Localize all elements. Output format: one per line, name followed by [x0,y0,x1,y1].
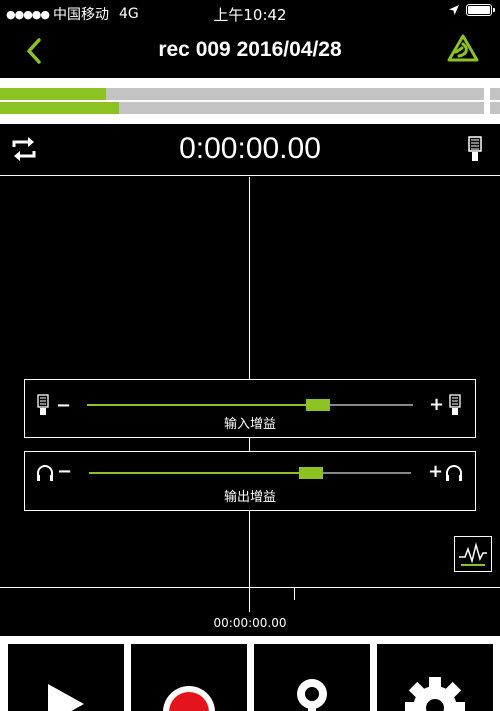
settings-button[interactable] [377,644,493,711]
battery-icon [466,4,495,16]
waveform-toggle-button[interactable] [454,536,492,572]
timer-row: 0:00:00.00 [0,124,500,176]
status-bar: ●●●●● 中国移动 4G 上午10:42 [0,0,500,26]
play-button[interactable] [8,644,124,711]
output-gain-thumb[interactable] [299,467,324,479]
input-gain-thumb[interactable] [306,399,331,411]
level-meters [0,78,500,124]
transport-toolbar [0,636,500,711]
timeline-tick [249,588,250,612]
level-meter-channel-1 [0,88,484,100]
timeline-position: 00:00:00.00 [213,616,287,630]
output-gain-label: 输出增益 [223,490,276,505]
output-gain-decrease[interactable]: − [57,461,72,482]
location-arrow-icon [449,5,459,15]
marker-pin-icon [297,679,327,711]
waveform-icon [459,542,487,566]
nav-bar: rec 009 2016/04/28 [0,26,500,76]
record-icon [163,686,215,711]
elapsed-time: 0:00:00.00 [179,132,321,165]
record-button[interactable] [131,644,247,711]
headphones-icon [446,465,462,481]
page-title: rec 009 2016/04/28 [158,38,342,61]
marker-button[interactable] [254,644,370,711]
input-gain-label: 输入增益 [223,417,276,432]
headphones-icon [37,465,53,481]
output-gain-slider[interactable] [89,467,411,479]
gear-icon [405,677,465,711]
timeline-tick [294,588,295,600]
input-gain-slider[interactable] [87,399,413,411]
input-gain-increase[interactable]: + [429,394,444,415]
meter-peak-channel-1 [490,88,500,100]
input-gain-panel: − + 输入增益 [24,379,476,438]
meter-peak-channel-2 [490,102,500,114]
level-meter-channel-2 [0,102,484,114]
status-time: 上午10:42 [213,6,287,24]
output-gain-increase[interactable]: + [428,461,443,482]
output-gain-panel: − + 输出增益 [24,451,476,511]
microphone-icon[interactable] [468,136,482,162]
app-logo-icon[interactable] [446,34,480,68]
timeline-axis[interactable] [0,587,500,588]
play-icon [48,684,84,711]
